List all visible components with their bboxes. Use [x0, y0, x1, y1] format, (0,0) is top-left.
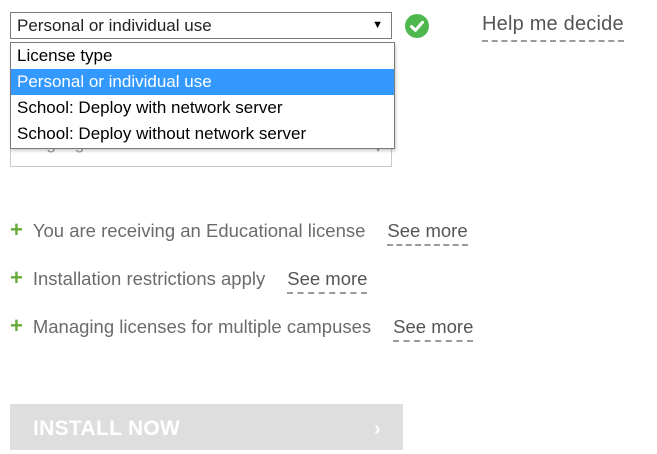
license-type-select[interactable]: Personal or individual use ▼ — [10, 12, 392, 39]
option-school-without-network-server[interactable]: School: Deploy without network server — [11, 121, 394, 147]
info-item-installation-restrictions: + Installation restrictions apply See more — [10, 265, 368, 294]
plus-icon[interactable]: + — [10, 217, 23, 242]
install-now-button[interactable]: INSTALL NOW › — [10, 404, 403, 450]
option-license-type[interactable]: License type — [11, 43, 394, 69]
license-type-value: Personal or individual use — [17, 16, 212, 35]
check-circle-icon — [405, 14, 429, 38]
info-text: Managing licenses for multiple campuses — [32, 316, 372, 337]
help-me-decide-link[interactable]: Help me decide — [482, 13, 624, 42]
install-now-label: INSTALL NOW — [33, 417, 181, 440]
see-more-link[interactable]: See more — [387, 220, 468, 246]
info-text: You are receiving an Educational license — [32, 220, 366, 241]
plus-icon[interactable]: + — [10, 265, 23, 290]
dropdown-arrow-icon: ▼ — [372, 19, 383, 31]
option-personal-use[interactable]: Personal or individual use — [11, 69, 394, 95]
option-school-with-network-server[interactable]: School: Deploy with network server — [11, 95, 394, 121]
license-type-dropdown: License type Personal or individual use … — [10, 42, 395, 149]
see-more-link[interactable]: See more — [287, 268, 368, 294]
see-more-link[interactable]: See more — [393, 316, 474, 342]
chevron-right-icon: › — [374, 418, 381, 440]
info-item-educational-license: + You are receiving an Educational licens… — [10, 217, 468, 246]
info-item-multiple-campuses: + Managing licenses for multiple campuses… — [10, 313, 474, 342]
plus-icon[interactable]: + — [10, 313, 23, 338]
info-text: Installation restrictions apply — [32, 268, 266, 289]
